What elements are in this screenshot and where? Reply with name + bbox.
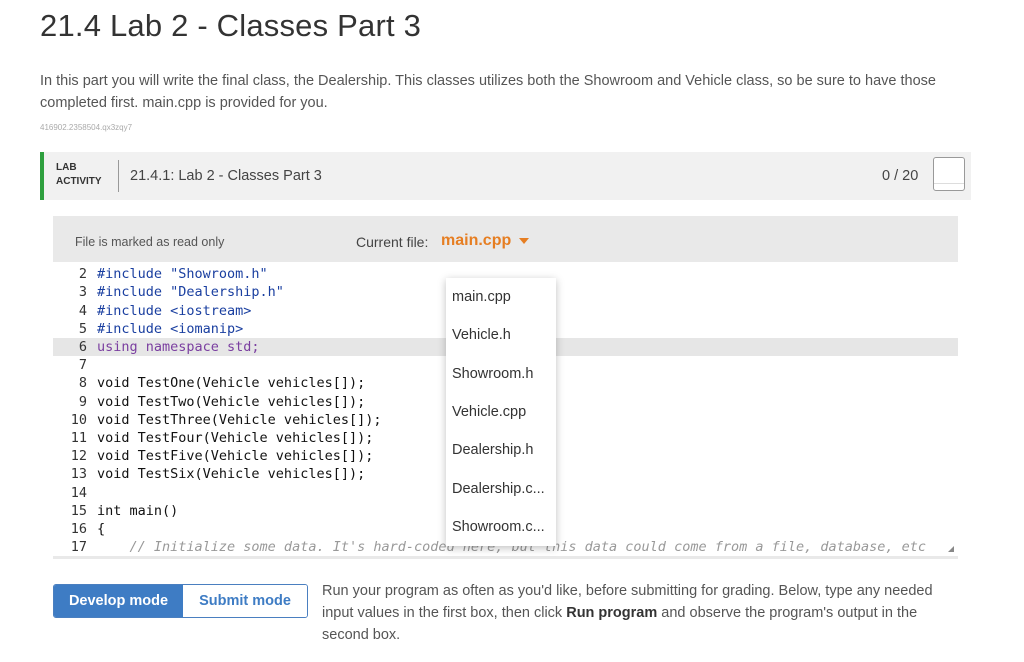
code-text: #include <iostream>: [97, 302, 252, 319]
intro-text: In this part you will write the final cl…: [40, 73, 936, 111]
chevron-down-icon: [519, 237, 530, 244]
code-text: void TestTwo(Vehicle vehicles[]);: [97, 393, 366, 410]
code-text: void TestOne(Vehicle vehicles[]);: [97, 375, 366, 392]
line-number: 9: [78, 393, 87, 410]
line-number: 3: [78, 284, 87, 301]
mode-toggle: Develop mode Submit mode: [53, 584, 308, 618]
line-number: 12: [70, 448, 87, 465]
line-number: 6: [78, 339, 87, 355]
file-dropdown-menu: main.cpp Vehicle.h Showroom.h Vehicle.cpp De…: [446, 278, 556, 546]
line-number: 2: [78, 266, 87, 283]
line-number: 8: [78, 375, 87, 392]
lab-title: 21.4.1: Lab 2 - Classes Part 3: [130, 168, 322, 184]
line-number: 15: [70, 502, 87, 519]
code-text: #include "Dealership.h": [97, 284, 284, 301]
lab-activity-panel: LAB ACTIVITY 21.4.1: Lab 2 - Classes Par…: [40, 152, 971, 662]
section-id: 416902.2358504.qx3zqy7: [40, 123, 133, 132]
code-text: using namespace std;: [97, 339, 260, 355]
page-title: 21.4 Lab 2 - Classes Part 3: [40, 8, 422, 43]
file-menu-item[interactable]: Vehicle.h: [446, 316, 556, 354]
line-number: 13: [70, 466, 87, 483]
line-number: 10: [70, 411, 87, 428]
current-file-name: main.cpp: [441, 232, 512, 249]
code-text: #include <iomanip>: [97, 320, 244, 337]
line-number: 11: [70, 430, 87, 446]
editor-toolbar: File is marked as read only Current file…: [53, 216, 958, 262]
file-menu-item[interactable]: main.cpp: [446, 278, 556, 316]
lab-tag-line2: ACTIVITY: [56, 176, 102, 187]
code-text: void TestThree(Vehicle vehicles[]);: [97, 411, 382, 428]
file-menu-item[interactable]: Vehicle.cpp: [446, 393, 556, 431]
readonly-label: File is marked as read only: [75, 235, 225, 249]
code-text: #include "Showroom.h": [97, 266, 268, 283]
line-number: 17: [70, 539, 87, 556]
lab-content: File is marked as read only Current file…: [40, 200, 971, 662]
run-instructions: Run your program as often as you'd like,…: [322, 580, 962, 646]
line-number: 4: [78, 302, 87, 319]
line-number: 16: [70, 521, 87, 537]
submit-mode-button[interactable]: Submit mode: [183, 585, 307, 617]
lab-tag-line1: LAB: [56, 162, 77, 173]
run-program-text: Run program: [566, 605, 658, 621]
line-number: 5: [78, 320, 87, 337]
file-menu-item[interactable]: Dealership.h: [446, 431, 556, 469]
lab-score: 0 / 20: [882, 168, 919, 184]
code-text: int main(): [97, 502, 179, 519]
score-badge-icon: [933, 157, 965, 191]
code-text: {: [97, 521, 106, 537]
code-text: void TestSix(Vehicle vehicles[]);: [97, 466, 366, 483]
line-number: 7: [78, 357, 87, 374]
file-menu-item[interactable]: Dealership.c...: [446, 470, 556, 508]
code-text: void TestFour(Vehicle vehicles[]);: [97, 430, 374, 446]
current-file-label: Current file:: [356, 234, 429, 250]
code-text: void TestFive(Vehicle vehicles[]);: [97, 448, 374, 465]
develop-mode-button[interactable]: Develop mode: [54, 585, 183, 617]
lab-header: LAB ACTIVITY 21.4.1: Lab 2 - Classes Par…: [40, 152, 971, 200]
lab-header-divider: [118, 160, 119, 192]
file-menu-item[interactable]: Showroom.h: [446, 355, 556, 393]
line-number: 14: [70, 484, 87, 501]
current-file-select[interactable]: main.cpp: [441, 232, 530, 250]
lab-activity-tag: LAB ACTIVITY: [56, 161, 102, 189]
code-editor: File is marked as read only Current file…: [53, 216, 958, 559]
file-menu-item[interactable]: Showroom.c...: [446, 508, 556, 546]
